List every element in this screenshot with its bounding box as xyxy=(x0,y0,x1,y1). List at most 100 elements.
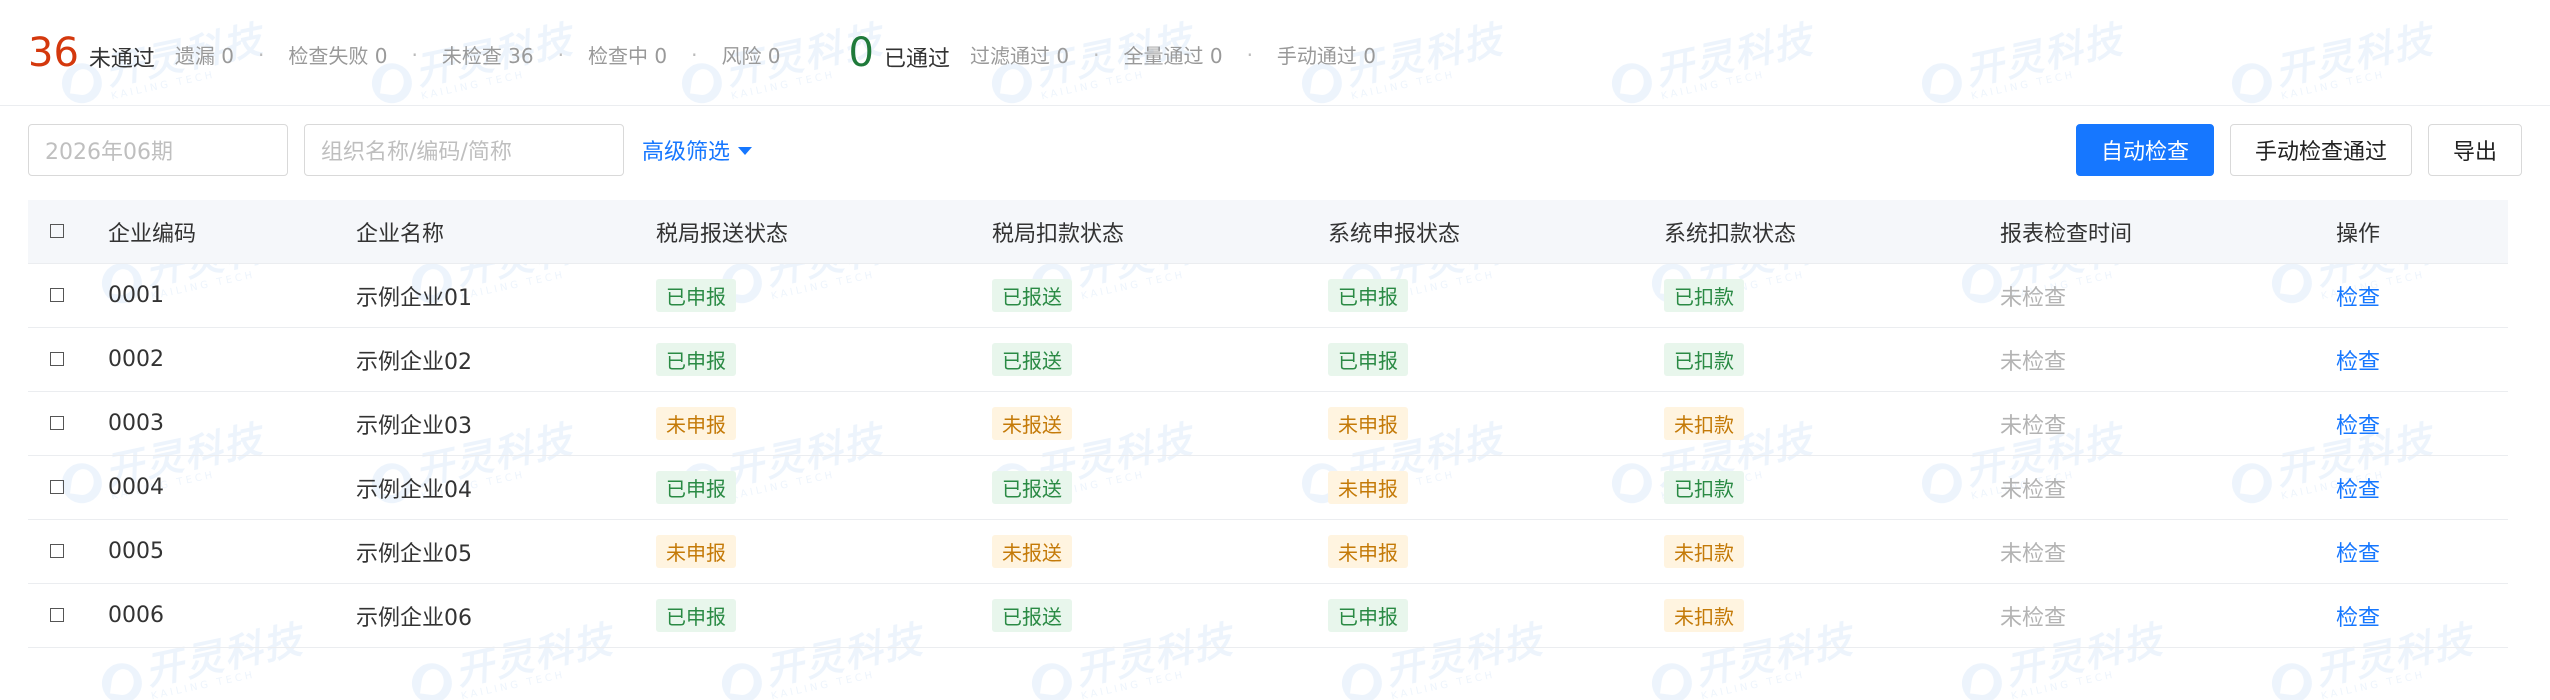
row-checkbox[interactable] xyxy=(28,411,108,436)
separator-dot: · xyxy=(411,42,418,67)
separator-dot: · xyxy=(1246,42,1253,67)
check-link[interactable]: 检查 xyxy=(2336,600,2508,632)
check-time: 未检查 xyxy=(2000,605,2067,631)
advanced-filter-label: 高级筛选 xyxy=(642,140,731,165)
table-row: 0004 示例企业04 已申报 已报送 未申报 已扣款 未检查 检查 xyxy=(28,456,2508,520)
checkbox-icon xyxy=(50,288,64,302)
checkbox-icon xyxy=(50,416,64,430)
row-checkbox[interactable] xyxy=(28,347,108,372)
check-link[interactable]: 检查 xyxy=(2336,344,2508,376)
system-deduction-status-badge: 未扣款 xyxy=(1664,535,1744,568)
enterprise-code: 0003 xyxy=(108,411,164,436)
checkbox-icon xyxy=(50,480,64,494)
tax-filing-status-badge: 已申报 xyxy=(656,279,736,312)
enterprise-name: 示例企业06 xyxy=(356,605,472,631)
separator-dot: · xyxy=(691,42,698,67)
row-checkbox[interactable] xyxy=(28,283,108,308)
tax-filing-status-badge: 未申报 xyxy=(656,407,736,440)
check-time: 未检查 xyxy=(2000,541,2067,567)
fail-item-checking[interactable]: 检查中 0 xyxy=(588,40,667,69)
check-link[interactable]: 检查 xyxy=(2336,408,2508,440)
brand-logo-icon xyxy=(1028,659,1076,700)
check-time: 未检查 xyxy=(2000,349,2067,375)
brand-logo-icon xyxy=(718,659,766,700)
row-checkbox[interactable] xyxy=(28,603,108,628)
tax-deduction-status-badge: 未报送 xyxy=(992,535,1072,568)
row-checkbox[interactable] xyxy=(28,475,108,500)
fail-label: 未通过 xyxy=(88,46,155,72)
table-row: 0001 示例企业01 已申报 已报送 已申报 已扣款 未检查 检查 xyxy=(28,264,2508,328)
enterprise-name: 示例企业01 xyxy=(356,285,472,311)
check-time: 未检查 xyxy=(2000,477,2067,503)
enterprise-code: 0004 xyxy=(108,475,164,500)
summary-bar: 36 未通过 遗漏 0 · 检查失败 0 · 未检查 36 · 检查中 0 · … xyxy=(0,0,2550,106)
enterprise-name: 示例企业02 xyxy=(356,349,472,375)
system-filing-status-badge: 已申报 xyxy=(1328,599,1408,632)
enterprise-table: 企业编码 企业名称 税局报送状态 税局扣款状态 系统申报状态 系统扣款状态 报表… xyxy=(28,200,2508,648)
org-search-input[interactable]: 组织名称/编码/简称 xyxy=(304,124,624,176)
pass-item-manual[interactable]: 手动通过 0 xyxy=(1277,40,1376,69)
fail-count: 36 xyxy=(28,29,79,76)
column-header: 企业编码 xyxy=(108,221,197,247)
fail-item-omission[interactable]: 遗漏 0 xyxy=(175,40,234,69)
system-filing-status-badge: 已申报 xyxy=(1328,343,1408,376)
brand-logo-icon xyxy=(408,659,456,700)
tax-filing-status-badge: 已申报 xyxy=(656,471,736,504)
fail-item-risk[interactable]: 风险 0 xyxy=(721,40,780,69)
brand-logo-icon xyxy=(1958,659,2006,700)
tax-deduction-status-badge: 已报送 xyxy=(992,599,1072,632)
fail-item-unchecked[interactable]: 未检查 36 xyxy=(442,40,534,69)
table-header: 企业编码 企业名称 税局报送状态 税局扣款状态 系统申报状态 系统扣款状态 报表… xyxy=(28,200,2508,264)
enterprise-name: 示例企业05 xyxy=(356,541,472,567)
separator-dot: · xyxy=(1093,42,1100,67)
pass-item-full[interactable]: 全量通过 0 xyxy=(1123,40,1222,69)
tax-filing-status-badge: 未申报 xyxy=(656,535,736,568)
brand-logo-icon xyxy=(2268,659,2316,700)
checkbox-icon xyxy=(50,608,64,622)
checkbox-icon xyxy=(50,224,64,238)
separator-dot: · xyxy=(258,42,265,67)
tax-filing-status-badge: 已申报 xyxy=(656,343,736,376)
check-link[interactable]: 检查 xyxy=(2336,536,2508,568)
system-filing-status-badge: 未申报 xyxy=(1328,407,1408,440)
enterprise-code: 0005 xyxy=(108,539,164,564)
system-deduction-status-badge: 已扣款 xyxy=(1664,279,1744,312)
check-time: 未检查 xyxy=(2000,285,2067,311)
column-header: 税局报送状态 xyxy=(656,221,789,247)
pass-item-filtered[interactable]: 过滤通过 0 xyxy=(970,40,1069,69)
select-all-checkbox[interactable] xyxy=(28,219,108,244)
brand-logo-icon xyxy=(1648,659,1696,700)
tax-deduction-status-badge: 未报送 xyxy=(992,407,1072,440)
column-header: 操作 xyxy=(2336,221,2381,247)
column-header: 报表检查时间 xyxy=(2000,221,2133,247)
checkbox-icon xyxy=(50,352,64,366)
check-link[interactable]: 检查 xyxy=(2336,280,2508,312)
system-deduction-status-badge: 未扣款 xyxy=(1664,599,1744,632)
fail-item-check-failed[interactable]: 检查失败 0 xyxy=(288,40,387,69)
table-row: 0003 示例企业03 未申报 未报送 未申报 未扣款 未检查 检查 xyxy=(28,392,2508,456)
enterprise-code: 0006 xyxy=(108,603,164,628)
column-header: 企业名称 xyxy=(356,221,445,247)
system-filing-status-badge: 未申报 xyxy=(1328,471,1408,504)
enterprise-name: 示例企业04 xyxy=(356,477,472,503)
row-checkbox[interactable] xyxy=(28,539,108,564)
period-picker[interactable]: 2026年06期 xyxy=(28,124,288,176)
pass-count: 0 xyxy=(848,29,874,76)
enterprise-code: 0002 xyxy=(108,347,164,372)
check-link[interactable]: 检查 xyxy=(2336,472,2508,504)
tax-deduction-status-badge: 已报送 xyxy=(992,343,1072,376)
system-filing-status-badge: 未申报 xyxy=(1328,535,1408,568)
enterprise-code: 0001 xyxy=(108,283,164,308)
column-header: 系统扣款状态 xyxy=(1664,221,1797,247)
export-button[interactable]: 导出 xyxy=(2427,124,2522,176)
table-row: 0002 示例企业02 已申报 已报送 已申报 已扣款 未检查 检查 xyxy=(28,328,2508,392)
column-header: 税局扣款状态 xyxy=(992,221,1125,247)
tax-deduction-status-badge: 已报送 xyxy=(992,471,1072,504)
advanced-filter-toggle[interactable]: 高级筛选 xyxy=(642,134,753,166)
manual-pass-button[interactable]: 手动检查通过 xyxy=(2229,124,2412,176)
checkbox-icon xyxy=(50,544,64,558)
auto-check-button[interactable]: 自动检查 xyxy=(2075,124,2214,176)
table-row: 0006 示例企业06 已申报 已报送 已申报 未扣款 未检查 检查 xyxy=(28,584,2508,648)
system-deduction-status-badge: 已扣款 xyxy=(1664,343,1744,376)
check-page: 开灵科技 KAILING TECH 开灵科技 KAILING TECH 开灵科技 KAIL… xyxy=(0,0,2550,700)
